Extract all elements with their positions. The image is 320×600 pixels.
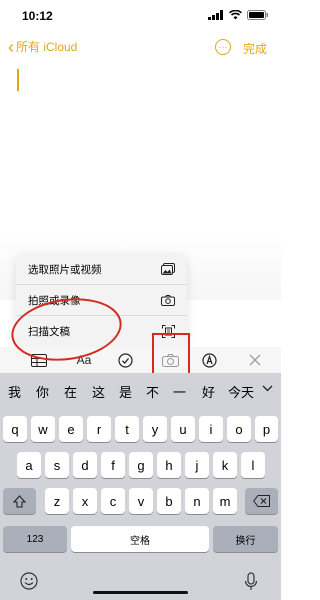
camera-button[interactable] bbox=[160, 351, 180, 369]
key-w[interactable]: w bbox=[31, 416, 55, 442]
format-text-button[interactable]: Aa bbox=[73, 351, 95, 369]
key-y[interactable]: y bbox=[143, 416, 167, 442]
status-icons bbox=[208, 10, 269, 20]
key-c[interactable]: c bbox=[101, 488, 125, 514]
menu-item-choose-photo[interactable]: 选取照片或视频 bbox=[16, 254, 187, 285]
home-indicator bbox=[93, 591, 188, 594]
wifi-icon bbox=[229, 10, 242, 20]
key-g[interactable]: g bbox=[129, 452, 153, 478]
candidate-bar: 我 你 在 这 是 不 一 好 今天 bbox=[0, 373, 281, 406]
dictation-button[interactable] bbox=[244, 571, 258, 590]
done-button[interactable]: 完成 bbox=[243, 40, 267, 57]
microphone-icon bbox=[244, 571, 258, 590]
key-t[interactable]: t bbox=[115, 416, 139, 442]
back-button[interactable]: ‹ 所有 iCloud bbox=[8, 36, 78, 57]
space-key[interactable]: 空格 bbox=[71, 526, 209, 552]
markup-button[interactable] bbox=[199, 351, 219, 369]
menu-item-scan-document[interactable]: 扫描文稿 bbox=[16, 316, 187, 347]
numbers-key[interactable]: 123 bbox=[3, 526, 67, 552]
candidate-item[interactable]: 好 bbox=[202, 382, 215, 401]
status-time: 10:12 bbox=[22, 9, 53, 23]
checklist-button[interactable] bbox=[115, 351, 135, 369]
format-toolbar: Aa bbox=[0, 347, 281, 373]
key-l[interactable]: l bbox=[241, 452, 265, 478]
key-b[interactable]: b bbox=[157, 488, 181, 514]
emoji-icon bbox=[20, 572, 38, 590]
menu-item-label: 扫描文稿 bbox=[28, 326, 70, 338]
key-n[interactable]: n bbox=[185, 488, 209, 514]
menu-item-take-photo[interactable]: 拍照或录像 bbox=[16, 285, 187, 316]
battery-icon bbox=[247, 10, 268, 20]
menu-item-label: 拍照或录像 bbox=[28, 294, 81, 307]
candidate-item[interactable]: 一 bbox=[173, 382, 186, 401]
key-d[interactable]: d bbox=[73, 452, 97, 478]
return-key[interactable]: 换行 bbox=[213, 526, 278, 552]
key-q[interactable]: q bbox=[3, 416, 27, 442]
attach-menu: 选取照片或视频 拍照或录像 扫描文稿 bbox=[16, 254, 187, 347]
key-h[interactable]: h bbox=[157, 452, 181, 478]
key-e[interactable]: e bbox=[59, 416, 83, 442]
key-i[interactable]: i bbox=[199, 416, 223, 442]
candidate-item[interactable]: 我 bbox=[8, 382, 21, 401]
candidate-item[interactable]: 是 bbox=[119, 382, 132, 401]
back-label: 所有 iCloud bbox=[16, 40, 78, 54]
scan-document-icon bbox=[162, 325, 175, 338]
signal-icon bbox=[208, 10, 223, 20]
text-cursor bbox=[17, 69, 19, 91]
more-options-icon[interactable]: ··· bbox=[215, 39, 231, 55]
shift-icon bbox=[13, 494, 26, 508]
close-icon bbox=[249, 354, 261, 366]
key-x[interactable]: x bbox=[73, 488, 97, 514]
key-k[interactable]: k bbox=[213, 452, 237, 478]
close-toolbar-button[interactable] bbox=[245, 351, 265, 369]
delete-key[interactable] bbox=[245, 488, 278, 514]
candidate-item[interactable]: 这 bbox=[92, 382, 105, 401]
key-z[interactable]: z bbox=[45, 488, 69, 514]
key-u[interactable]: u bbox=[171, 416, 195, 442]
shift-key[interactable] bbox=[3, 488, 36, 514]
nav-bar: ‹ 所有 iCloud ··· 完成 bbox=[0, 36, 281, 60]
key-o[interactable]: o bbox=[227, 416, 251, 442]
key-s[interactable]: s bbox=[45, 452, 69, 478]
table-icon bbox=[31, 353, 47, 367]
candidate-item[interactable]: 在 bbox=[64, 382, 77, 401]
menu-item-label: 选取照片或视频 bbox=[28, 263, 102, 276]
candidate-item[interactable]: 今天 bbox=[228, 382, 254, 401]
key-r[interactable]: r bbox=[87, 416, 111, 442]
key-a[interactable]: a bbox=[17, 452, 41, 478]
camera-icon bbox=[161, 294, 175, 306]
photo-library-icon bbox=[161, 263, 175, 275]
table-button[interactable] bbox=[29, 351, 49, 369]
chevron-left-icon: ‹ bbox=[8, 36, 14, 57]
key-f[interactable]: f bbox=[101, 452, 125, 478]
markup-pen-icon bbox=[201, 352, 217, 368]
candidate-item[interactable]: 不 bbox=[146, 382, 159, 401]
chevron-down-icon bbox=[262, 385, 273, 392]
key-v[interactable]: v bbox=[129, 488, 153, 514]
key-p[interactable]: p bbox=[255, 416, 278, 442]
key-m[interactable]: m bbox=[213, 488, 237, 514]
key-j[interactable]: j bbox=[185, 452, 209, 478]
expand-candidates-button[interactable] bbox=[262, 381, 273, 395]
camera-icon bbox=[161, 353, 179, 367]
status-bar: 10:12 bbox=[0, 0, 281, 36]
checklist-icon bbox=[117, 352, 133, 368]
backspace-icon bbox=[253, 495, 270, 507]
emoji-button[interactable] bbox=[20, 572, 38, 590]
candidate-item[interactable]: 你 bbox=[36, 382, 49, 401]
